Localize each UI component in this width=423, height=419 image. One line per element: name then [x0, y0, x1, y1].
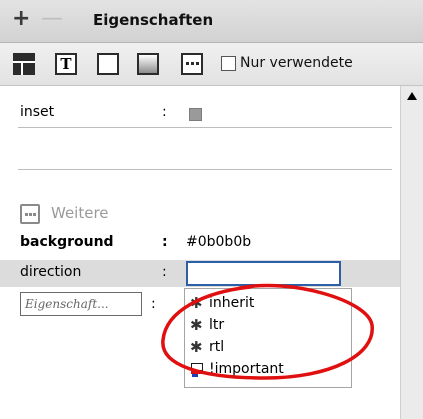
properties-panel: + — Eigenschaften T Nur verwendete inset…	[0, 0, 423, 419]
panel-title: Eigenschaften	[93, 11, 214, 29]
divider	[18, 127, 392, 128]
remove-property-button[interactable]: —	[41, 6, 63, 31]
more-icon	[20, 204, 40, 224]
asterisk-icon: ✱	[190, 316, 203, 334]
autocomplete-item-inherit[interactable]: ✱ inherit	[185, 293, 351, 315]
property-name-background[interactable]: background	[20, 234, 114, 250]
asterisk-icon: ✱	[190, 338, 203, 356]
property-name-inset[interactable]: inset	[20, 104, 54, 120]
toolbar: T Nur verwendete	[0, 43, 423, 86]
property-separator: :	[162, 264, 167, 280]
asterisk-icon: ✱	[190, 294, 203, 312]
panel-title-bar: + — Eigenschaften	[0, 0, 423, 43]
autocomplete-item-important[interactable]: !important	[185, 359, 351, 381]
only-used-checkbox[interactable]	[221, 56, 236, 71]
direction-value-input[interactable]	[186, 261, 341, 286]
autocomplete-item-label: inherit	[209, 295, 255, 311]
autocomplete-item-label: ltr	[209, 317, 225, 333]
property-value-background[interactable]: #0b0b0b	[186, 234, 251, 250]
box-icon[interactable]	[97, 53, 119, 75]
color-swatch[interactable]	[189, 108, 202, 121]
property-list: inset : Weitere background : #0b0b0b dir…	[0, 86, 400, 419]
property-name-direction[interactable]: direction	[20, 264, 81, 280]
category-view-icon[interactable]	[13, 53, 35, 75]
only-used-label[interactable]: Nur verwendete	[240, 55, 353, 71]
scroll-up-arrow-icon[interactable]	[407, 92, 417, 100]
autocomplete-dropdown: ✱ inherit ✱ ltr ✱ rtl !important	[184, 288, 352, 388]
text-icon[interactable]: T	[55, 53, 77, 75]
autocomplete-item-label: !important	[209, 361, 284, 377]
vertical-scrollbar[interactable]	[400, 86, 423, 419]
property-separator: :	[162, 104, 167, 120]
section-label-weitere: Weitere	[51, 204, 109, 222]
autocomplete-item-rtl[interactable]: ✱ rtl	[185, 337, 351, 359]
autocomplete-item-ltr[interactable]: ✱ ltr	[185, 315, 351, 337]
divider	[18, 169, 392, 170]
autocomplete-item-label: rtl	[209, 339, 225, 355]
important-icon	[191, 363, 203, 377]
background-icon[interactable]	[137, 53, 159, 75]
new-property-input[interactable]: Eigenschaft...	[20, 292, 142, 316]
property-separator: :	[151, 296, 156, 312]
more-icon[interactable]	[181, 53, 203, 75]
add-property-button[interactable]: +	[12, 6, 30, 31]
property-separator: :	[162, 234, 168, 250]
